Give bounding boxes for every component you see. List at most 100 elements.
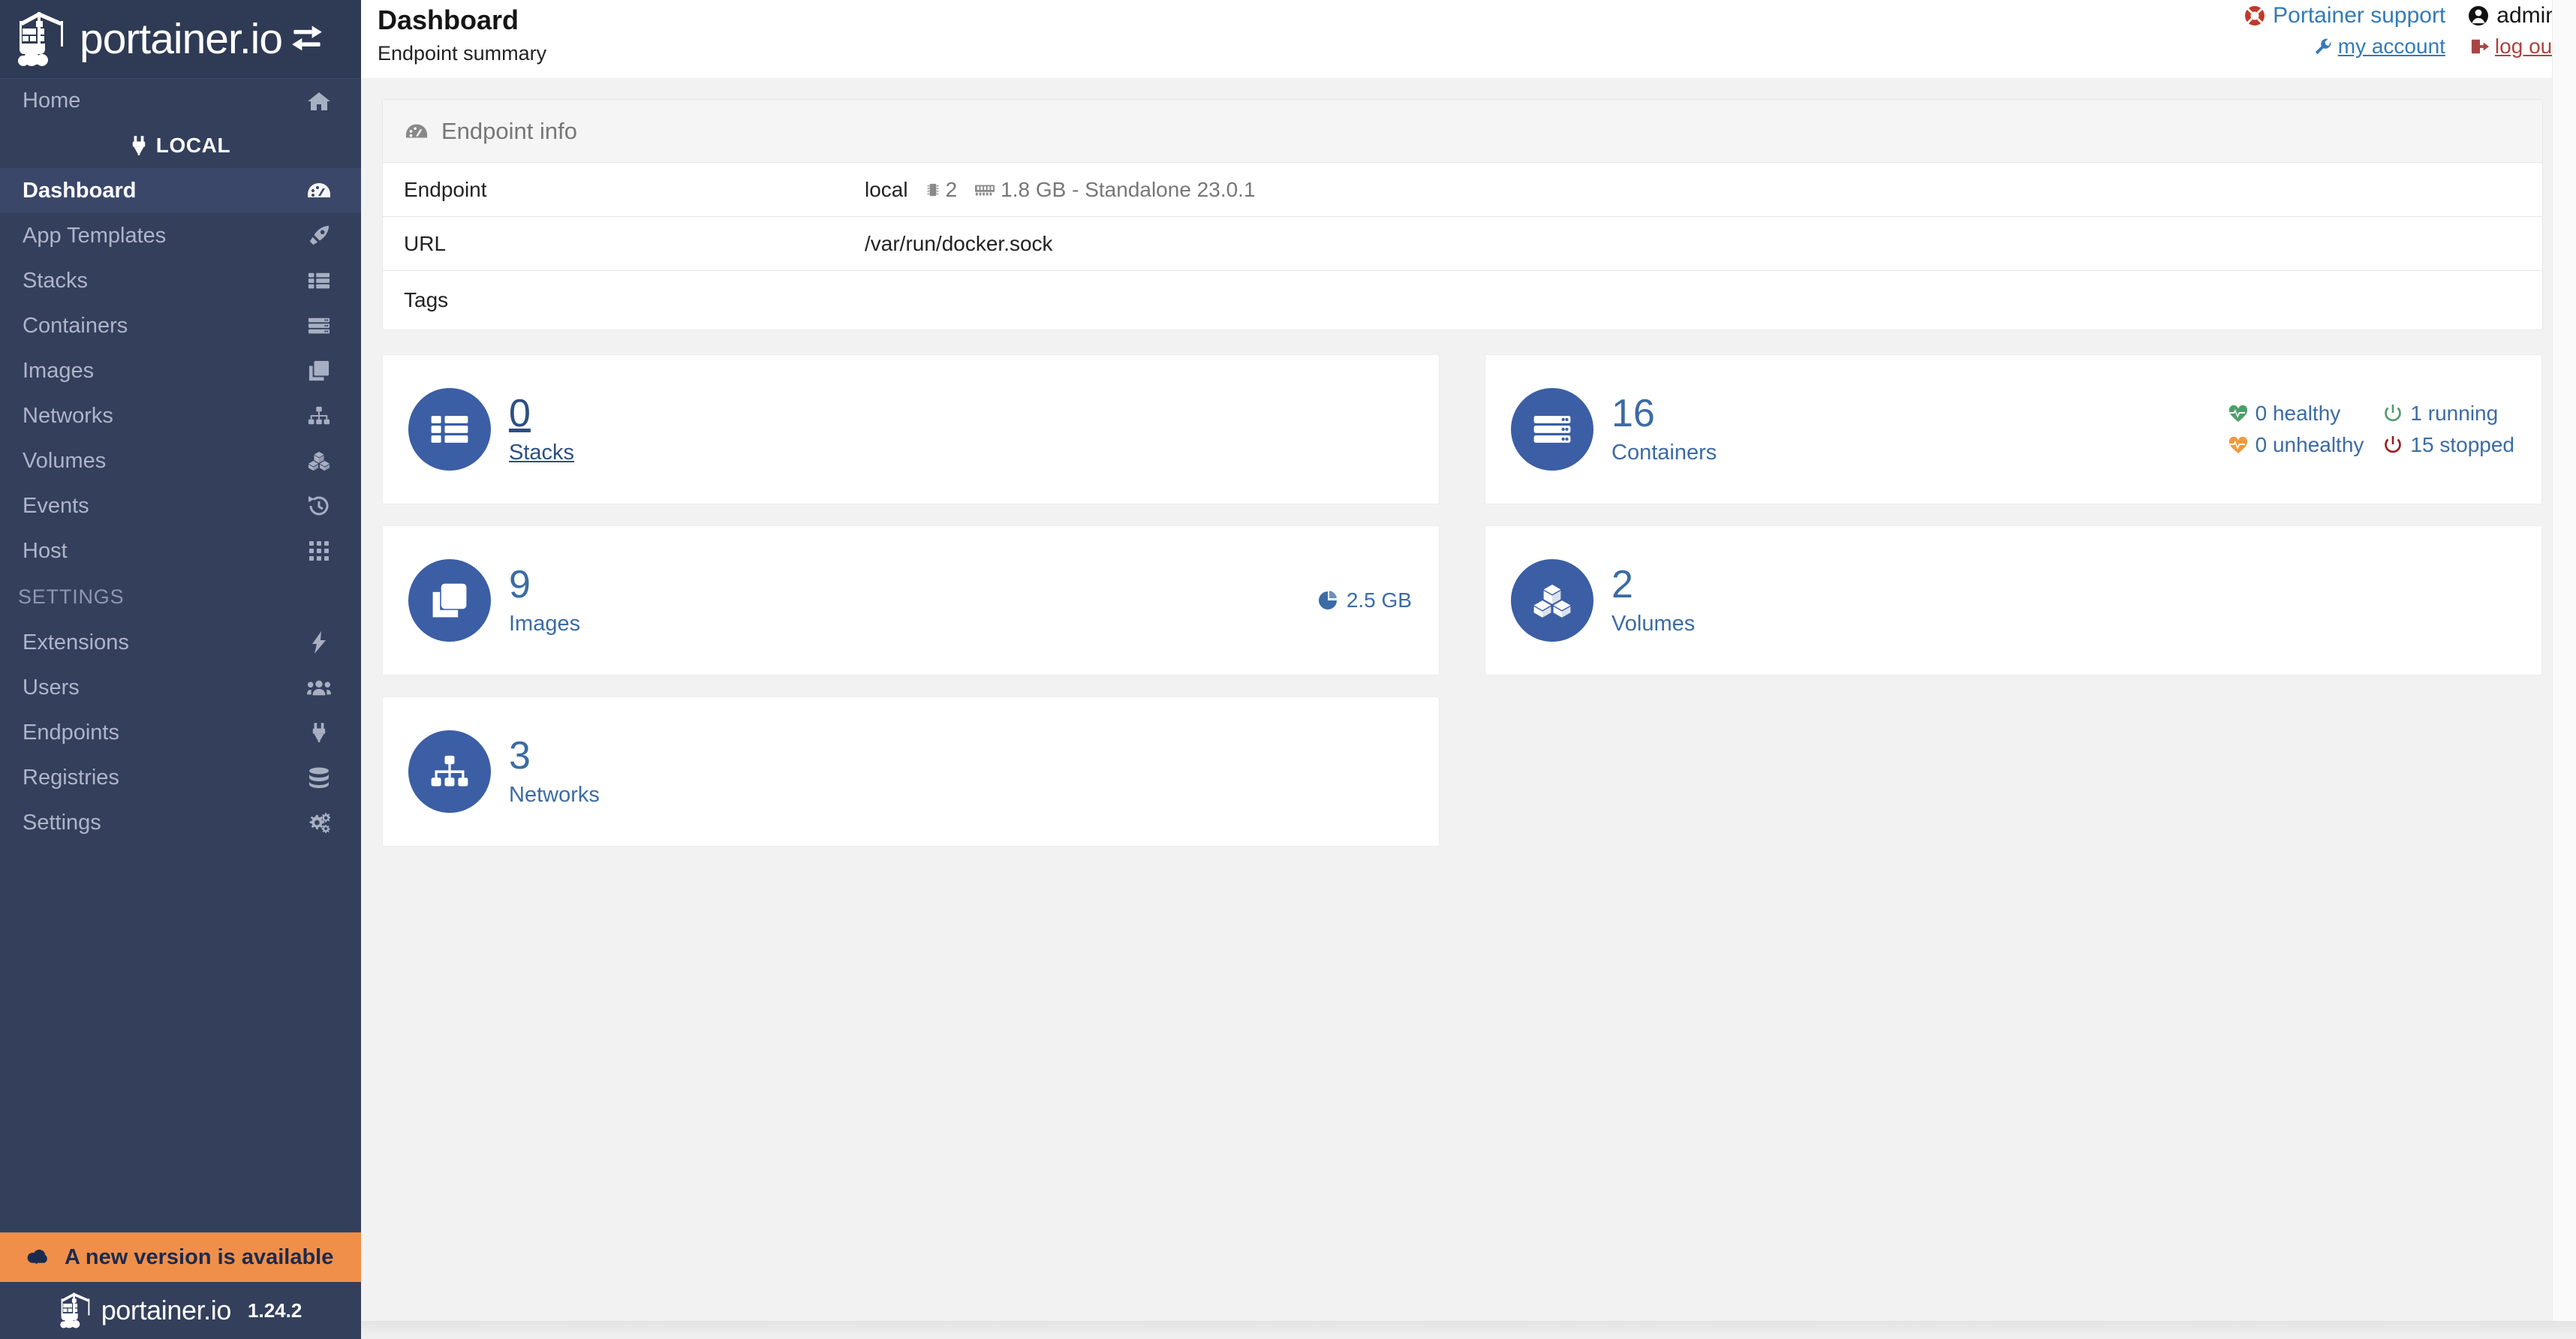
url-row-value: /var/run/docker.sock <box>865 231 1053 255</box>
cloud-download-icon <box>23 1246 51 1268</box>
sidebar-item-label: Endpoints <box>23 720 119 745</box>
server-icon <box>304 313 334 339</box>
sidebar-toggle-icon[interactable] <box>286 18 328 60</box>
images-size-group: 2.5 GB <box>1318 588 1412 612</box>
networks-count: 3 <box>509 734 531 778</box>
containers-healthy: 0 healthy <box>2228 402 2364 426</box>
footer-version: 1.24.2 <box>248 1298 302 1322</box>
sidebar-item-dashboard[interactable]: Dashboard <box>0 168 361 213</box>
sidebar-item-label: Events <box>23 493 89 518</box>
sidebar-item-home[interactable]: Home <box>0 78 361 123</box>
sidebar-item-label: Volumes <box>23 448 107 473</box>
sidebar-item-label: Host <box>23 538 68 563</box>
sidebar-item-label: Registries <box>23 765 119 790</box>
th-icon <box>304 538 334 564</box>
heartbeat-icon <box>2228 436 2248 454</box>
sidebar-item-label: Networks <box>23 403 113 428</box>
images-count: 9 <box>509 563 531 607</box>
sidebar-item-label: Settings <box>23 810 101 835</box>
sidebar-item-registries[interactable]: Registries <box>0 755 361 800</box>
images-card[interactable]: 9 Images 2.5 GB <box>382 525 1440 676</box>
volumes-count: 2 <box>1612 563 1633 607</box>
stacks-card[interactable]: 0 Stacks <box>382 354 1440 504</box>
endpoint-info-panel: Endpoint info Endpoint local 2 1.8 GB - … <box>382 99 2543 330</box>
containers-count: 16 <box>1612 392 1655 436</box>
bolt-icon <box>304 630 334 655</box>
volumes-card[interactable]: 2 Volumes <box>1485 525 2542 676</box>
sidebar-item-label: Home <box>23 89 81 113</box>
user-name-label: admin <box>2496 3 2558 28</box>
sidebar: portainer.io Home LOCAL Dashboard App Te… <box>0 0 361 1339</box>
sidebar-item-endpoints[interactable]: Endpoints <box>0 710 361 755</box>
page-header: Dashboard Endpoint summary Portainer sup… <box>361 0 2576 78</box>
user-avatar-icon <box>2468 5 2489 26</box>
portainer-dashboard-window: portainer.io Home LOCAL Dashboard App Te… <box>0 0 2576 1339</box>
sidebar-footer: portainer.io 1.24.2 <box>0 1282 361 1339</box>
containers-unhealthy-label: 0 unhealthy <box>2255 433 2364 456</box>
cogs-icon <box>304 810 334 835</box>
plug-icon <box>304 720 334 745</box>
portainer-support-link[interactable]: Portainer support <box>2273 3 2445 29</box>
endpoint-info-title: Endpoint info <box>441 117 577 144</box>
sidebar-item-users[interactable]: Users <box>0 665 361 710</box>
memory-icon <box>975 183 995 197</box>
url-row-key: URL <box>404 231 447 255</box>
sidebar-item-host[interactable]: Host <box>0 528 361 573</box>
tags-row: Tags <box>383 271 2542 329</box>
sidebar-item-label: Stacks <box>23 268 89 293</box>
containers-healthy-label: 0 healthy <box>2255 402 2341 425</box>
sidebar-item-label: Containers <box>23 313 128 338</box>
rocket-icon <box>304 223 334 248</box>
sidebar-item-containers[interactable]: Containers <box>0 303 361 348</box>
volumes-label: Volumes <box>1612 611 1696 636</box>
stacks-count: 0 <box>509 392 531 436</box>
log-out-link[interactable]: log out <box>2495 35 2558 59</box>
images-total-size: 2.5 GB <box>1346 588 1412 612</box>
sidebar-item-images[interactable]: Images <box>0 348 361 393</box>
url-row: URL /var/run/docker.sock <box>383 217 2542 271</box>
stat-card-grid: 0 Stacks 16 Containers 0 healthy 1 runni… <box>382 354 2542 847</box>
containers-stopped-label: 15 stopped <box>2410 433 2514 456</box>
brand-name: portainer.io <box>80 14 283 63</box>
stacks-label: Stacks <box>509 440 575 465</box>
dashboard-content: Endpoint info Endpoint local 2 1.8 GB - … <box>361 78 2576 847</box>
cubes-icon <box>1511 559 1593 642</box>
sidebar-item-stacks[interactable]: Stacks <box>0 258 361 303</box>
sidebar-logo[interactable]: portainer.io <box>0 0 361 78</box>
update-available-banner[interactable]: A new version is available <box>0 1232 361 1282</box>
endpoint-row-key: Endpoint <box>404 177 487 201</box>
sidebar-section-settings: SETTINGS <box>18 585 125 608</box>
vertical-scrollbar[interactable] <box>2552 0 2576 1339</box>
networks-card[interactable]: 3 Networks <box>382 697 1440 847</box>
endpoint-cpu-count: 2 <box>945 177 958 201</box>
database-icon <box>304 765 334 790</box>
sidebar-item-volumes[interactable]: Volumes <box>0 438 361 483</box>
images-label: Images <box>509 611 581 636</box>
pie-chart-icon <box>1318 591 1338 610</box>
endpoint-memory-meta: 1.8 GB - Standalone 23.0.1 <box>975 178 1256 202</box>
power-off-icon <box>2383 435 2403 455</box>
sidebar-item-label: Dashboard <box>23 178 137 203</box>
horizontal-scrollbar[interactable] <box>361 1321 2576 1339</box>
header-right: Portainer support admin my account log o… <box>2244 3 2558 59</box>
clone-icon <box>408 559 491 642</box>
page-subtitle: Endpoint summary <box>378 42 547 65</box>
sidebar-item-label: App Templates <box>23 223 167 248</box>
sidebar-item-events[interactable]: Events <box>0 483 361 528</box>
networks-label: Networks <box>509 782 600 807</box>
sidebar-item-settings[interactable]: Settings <box>0 800 361 845</box>
containers-card[interactable]: 16 Containers 0 healthy 1 running 0 unhe… <box>1485 354 2542 504</box>
server-icon <box>1511 388 1593 471</box>
footer-brand-name: portainer.io <box>101 1295 232 1325</box>
sidebar-item-extensions[interactable]: Extensions <box>0 620 361 665</box>
containers-label: Containers <box>1612 440 1717 465</box>
main-content: Dashboard Endpoint summary Portainer sup… <box>361 0 2576 1339</box>
sidebar-section-local-label: LOCAL <box>155 134 231 157</box>
containers-running-label: 1 running <box>2410 402 2499 425</box>
sidebar-item-label: Users <box>23 675 80 700</box>
sidebar-item-app-templates[interactable]: App Templates <box>0 213 361 258</box>
dashboard-icon <box>405 123 428 140</box>
my-account-link[interactable]: my account <box>2338 35 2445 59</box>
plug-icon <box>131 135 147 156</box>
sidebar-item-networks[interactable]: Networks <box>0 393 361 438</box>
